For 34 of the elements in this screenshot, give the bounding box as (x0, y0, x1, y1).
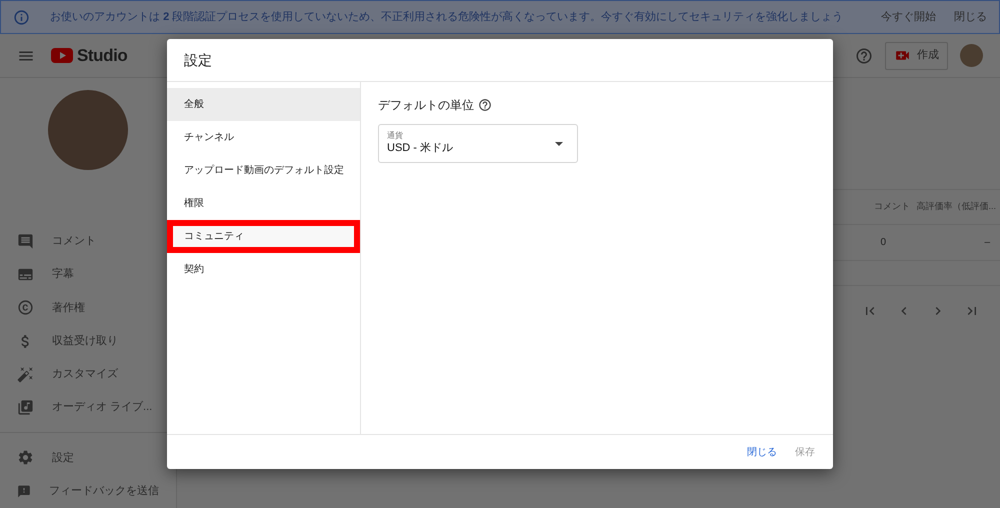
table-cell-text: – (983, 236, 991, 250)
section-title: デフォルトの単位 (378, 97, 474, 114)
dropdown-caret-icon (555, 142, 563, 146)
feedback-icon (17, 482, 31, 500)
field-label: 通貨 (387, 131, 404, 141)
magic-wand-icon (17, 366, 34, 383)
create-button[interactable]: 作成 (885, 42, 948, 70)
settings-nav-item[interactable]: コミュニティ (167, 220, 360, 253)
sidebar-item[interactable]: フィードバックを送信 (0, 474, 176, 508)
music-library-icon (17, 398, 34, 416)
sidebar-item[interactable]: 設定 (0, 441, 176, 475)
currency-select[interactable]: 通貨 USD - 米ドル (378, 124, 578, 163)
settings-nav-item[interactable]: 全般 (167, 88, 360, 121)
banner-message: お使いのアカウントは 2 段階認証プロセスを使用していないため、不正利用される危険性が高くなっています。今すぐ有効にしてセキュリティを強化しましょう (50, 10, 844, 25)
banner-action[interactable]: 閉じる (954, 8, 987, 26)
dialog-button[interactable]: 閉じる (743, 440, 781, 464)
column-header: コメント (873, 200, 910, 214)
column-header: 高評価率（低評価... (915, 200, 997, 214)
logo-text: Studio (77, 44, 128, 67)
table-cell-text: 0 (879, 236, 887, 250)
field-value: USD - 米ドル (387, 141, 454, 156)
comment-icon (17, 232, 34, 250)
help-icon[interactable] (478, 98, 492, 112)
play-logo-icon (51, 48, 73, 63)
sidebar-item[interactable]: 著作権 (0, 291, 176, 324)
copyright-icon (17, 299, 34, 316)
sidebar-item[interactable]: オーディオ ライブ... (0, 390, 176, 424)
avatar[interactable] (960, 44, 983, 67)
dialog-title: 設定 (184, 50, 212, 70)
info-icon (13, 8, 30, 26)
settings-icon (17, 449, 34, 466)
sidebar-item[interactable]: 収益受け取り (0, 324, 176, 358)
banner-action[interactable]: 今すぐ開始 (881, 8, 936, 26)
sidebar-item[interactable]: カスタマイズ (0, 358, 176, 391)
